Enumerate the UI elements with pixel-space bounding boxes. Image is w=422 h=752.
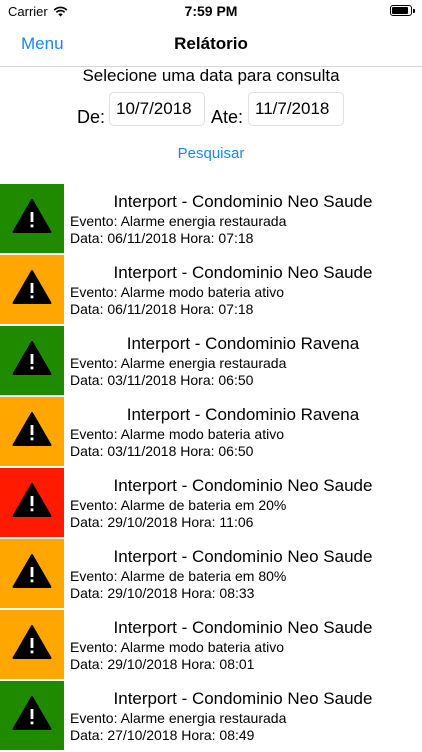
event-site-title: Interport - Condominio Ravena — [126, 334, 360, 353]
event-description: Evento: Alarme energia restaurada — [70, 213, 287, 229]
event-row[interactable]: Interport - Condominio Neo Saude Evento: … — [0, 468, 422, 539]
warning-icon — [12, 199, 52, 233]
event-description: Evento: Alarme de bateria em 80% — [70, 568, 287, 584]
status-color-swatch — [0, 326, 64, 395]
event-datetime: Data: 27/10/2018 Hora: 08:49 — [70, 727, 255, 743]
event-datetime: Data: 03/11/2018 Hora: 06:50 — [70, 443, 254, 459]
event-datetime: Data: 29/10/2018 Hora: 08:33 — [70, 585, 255, 601]
event-description: Evento: Alarme modo bateria ativo — [70, 284, 285, 300]
event-site-title: Interport - Condominio Neo Saude — [113, 476, 373, 495]
warning-icon — [12, 554, 52, 588]
status-color-swatch — [0, 184, 64, 253]
warning-icon — [12, 483, 52, 517]
status-color-swatch — [0, 255, 64, 324]
event-datetime: Data: 29/10/2018 Hora: 11:06 — [70, 514, 254, 530]
event-row[interactable]: Interport - Condominio Neo Saude Evento: … — [0, 184, 422, 255]
event-row[interactable]: Interport - Condominio Neo Saude Evento: … — [0, 539, 422, 610]
warning-icon — [12, 696, 52, 730]
event-row[interactable]: Interport - Condominio Neo Saude Evento: … — [0, 681, 422, 752]
event-row[interactable]: Interport - Condominio Ravena Evento: Ala… — [0, 397, 422, 468]
warning-icon — [12, 625, 52, 659]
event-site-title: Interport - Condominio Neo Saude — [113, 618, 373, 637]
status-color-swatch — [0, 681, 64, 750]
event-description: Evento: Alarme modo bateria ativo — [70, 639, 285, 655]
status-color-swatch — [0, 610, 64, 679]
status-color-swatch — [0, 397, 64, 466]
event-site-title: Interport - Condominio Neo Saude — [113, 689, 373, 708]
warning-icon — [12, 270, 52, 304]
search-button[interactable]: Pesquisar — [0, 145, 422, 162]
from-label: De: — [77, 107, 106, 127]
status-color-swatch — [0, 539, 64, 608]
event-datetime: Data: 06/11/2018 Hora: 07:18 — [70, 230, 254, 246]
battery-fill — [392, 7, 409, 14]
event-site-title: Interport - Condominio Ravena — [126, 405, 360, 424]
warning-icon — [12, 341, 52, 375]
date-prompt: Selecione uma data para consulta — [82, 66, 340, 85]
status-color-swatch — [0, 468, 64, 537]
page-title: Relátorio — [174, 34, 248, 53]
navigation-bar: Menu Relátorio — [0, 22, 422, 67]
event-description: Evento: Alarme modo bateria ativo — [70, 426, 285, 442]
event-description: Evento: Alarme energia restaurada — [70, 355, 287, 371]
event-datetime: Data: 06/11/2018 Hora: 07:18 — [70, 301, 254, 317]
to-label: Ate: — [211, 107, 244, 127]
event-row[interactable]: Interport - Condominio Neo Saude Evento: … — [0, 255, 422, 326]
status-bar: Carrier 7:59 PM — [0, 0, 422, 22]
event-site-title: Interport - Condominio Neo Saude — [113, 547, 373, 566]
event-list: Interport - Condominio Neo Saude Evento: … — [0, 184, 422, 752]
event-description: Evento: Alarme de bateria em 20% — [70, 497, 287, 513]
event-description: Evento: Alarme energia restaurada — [70, 710, 287, 726]
event-site-title: Interport - Condominio Neo Saude — [113, 192, 373, 211]
event-datetime: Data: 29/10/2018 Hora: 08:01 — [70, 656, 255, 672]
event-row[interactable]: Interport - Condominio Neo Saude Evento: … — [0, 610, 422, 681]
status-time: 7:59 PM — [184, 3, 238, 19]
event-row[interactable]: Interport - Condominio Ravena Evento: Ala… — [0, 326, 422, 397]
battery-icon — [390, 5, 415, 16]
event-datetime: Data: 03/11/2018 Hora: 06:50 — [70, 372, 254, 388]
event-site-title: Interport - Condominio Neo Saude — [113, 263, 373, 282]
to-date-field[interactable]: 11/7/2018 — [248, 92, 344, 126]
warning-icon — [12, 412, 52, 446]
from-date-field[interactable]: 10/7/2018 — [109, 92, 205, 126]
